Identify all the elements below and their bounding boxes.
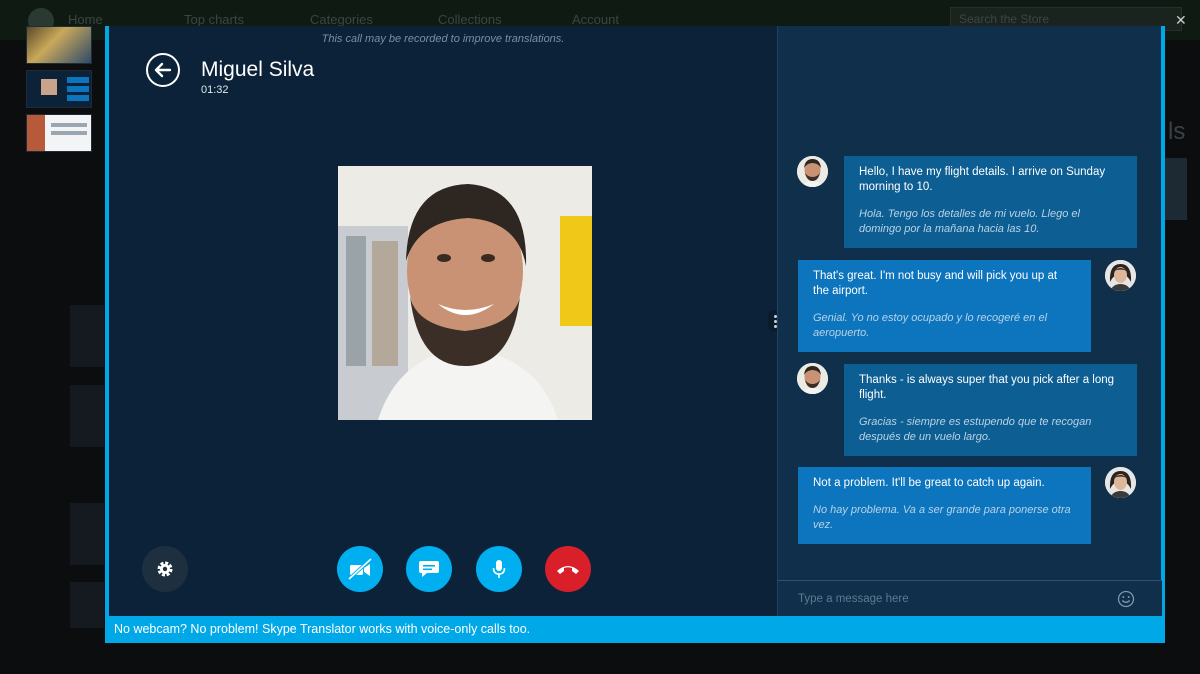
message-bubble: Not a problem. It'll be great to catch u… bbox=[798, 467, 1091, 544]
end-call-button[interactable] bbox=[545, 546, 591, 592]
close-icon[interactable]: ✕ bbox=[1175, 12, 1187, 29]
message-bubble: Thanks - is always super that you pick a… bbox=[844, 364, 1137, 456]
translation-chat-pane: Hello, I have my flight details. I arriv… bbox=[777, 26, 1162, 616]
chat-icon bbox=[419, 561, 439, 577]
message-translation: Genial. Yo no estoy ocupado y lo recoger… bbox=[813, 312, 1048, 339]
background-app-tile bbox=[70, 582, 104, 628]
recording-notice: This call may be recorded to improve tra… bbox=[321, 33, 565, 45]
thumbnail-profile-icon bbox=[27, 115, 87, 151]
call-pane: This call may be recorded to improve tra… bbox=[109, 26, 782, 616]
skype-translator-dialog: This call may be recorded to improve tra… bbox=[105, 26, 1165, 643]
hang-up-icon bbox=[557, 566, 579, 574]
message-text: That's great. I'm not busy and will pick… bbox=[813, 270, 1058, 297]
message-translation: Gracias - siempre es estupendo que te re… bbox=[859, 416, 1092, 443]
background-nav-top-charts: Top charts bbox=[184, 12, 244, 27]
message-input[interactable] bbox=[798, 590, 1098, 608]
video-toggle-button[interactable] bbox=[337, 546, 383, 592]
emoticon-button[interactable] bbox=[1116, 589, 1136, 609]
message-text: Not a problem. It'll be great to catch u… bbox=[813, 477, 1045, 489]
chat-toggle-button[interactable] bbox=[406, 546, 452, 592]
message-text: Hello, I have my flight details. I arriv… bbox=[859, 166, 1106, 193]
thumbnail-call-icon bbox=[41, 77, 89, 101]
self-avatar bbox=[1105, 467, 1136, 498]
background-right-title: ls bbox=[1168, 118, 1186, 145]
self-avatar bbox=[1105, 260, 1136, 291]
background-app-tile bbox=[70, 385, 104, 447]
background-app-tile bbox=[70, 305, 104, 367]
video-off-icon bbox=[347, 558, 373, 580]
background-nav-account: Account bbox=[572, 12, 619, 27]
background-right-tile bbox=[1165, 158, 1187, 220]
microphone-button[interactable] bbox=[476, 546, 522, 592]
contact-avatar-icon bbox=[797, 156, 828, 187]
contact-avatar bbox=[797, 156, 828, 187]
arrow-left-icon bbox=[154, 62, 172, 78]
self-avatar-icon bbox=[1105, 260, 1136, 291]
contact-video bbox=[338, 166, 592, 420]
background-nav-collections: Collections bbox=[438, 12, 502, 27]
caption-bar: No webcam? No problem! Skype Translator … bbox=[109, 616, 1161, 643]
background-nav-home: Home bbox=[68, 12, 103, 27]
settings-button[interactable] bbox=[142, 546, 188, 592]
microphone-icon bbox=[492, 560, 506, 578]
gear-icon bbox=[157, 561, 173, 577]
contact-portrait-icon bbox=[338, 166, 592, 420]
message-bubble: That's great. I'm not busy and will pick… bbox=[798, 260, 1091, 352]
contact-name: Miguel Silva bbox=[201, 58, 315, 81]
back-button[interactable] bbox=[146, 53, 180, 87]
message-composer bbox=[778, 580, 1162, 616]
message-text: Thanks - is always super that you pick a… bbox=[859, 374, 1115, 401]
message-translation: No hay problema. Va a ser grande para po… bbox=[813, 504, 1071, 531]
screenshot-thumbnail-1[interactable] bbox=[26, 26, 92, 64]
screenshot-thumbnail-2[interactable] bbox=[26, 70, 92, 108]
message-bubble: Hello, I have my flight details. I arriv… bbox=[844, 156, 1137, 248]
contact-avatar bbox=[797, 363, 828, 394]
screenshot-thumbnail-3[interactable] bbox=[26, 114, 92, 152]
background-nav-categories: Categories bbox=[310, 12, 373, 27]
smiley-icon bbox=[1117, 590, 1135, 608]
contact-avatar-icon bbox=[797, 363, 828, 394]
background-app-tile bbox=[70, 503, 104, 565]
self-avatar-icon bbox=[1105, 467, 1136, 498]
message-translation: Hola. Tengo los detalles de mi vuelo. Ll… bbox=[859, 208, 1080, 235]
call-timer: 01:32 bbox=[201, 84, 229, 96]
